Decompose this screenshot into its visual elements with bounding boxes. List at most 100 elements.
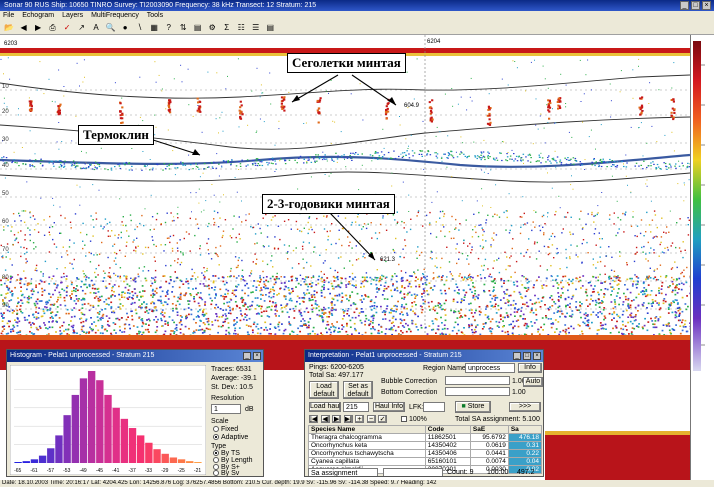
close-icon[interactable]: × xyxy=(533,352,541,360)
signal-icon[interactable]: ⇅ xyxy=(178,23,188,33)
grid-icon[interactable]: ▦ xyxy=(149,23,159,33)
auto-button[interactable]: Auto xyxy=(523,377,543,387)
percent-checkbox[interactable]: 100% xyxy=(401,415,427,424)
maximize-icon[interactable]: □ xyxy=(523,352,531,360)
store-button[interactable]: ■ Store xyxy=(455,401,491,413)
species-sae: 0.0074 xyxy=(469,457,509,466)
check-icon[interactable]: ✓ xyxy=(62,23,72,33)
point-label: 604.9 xyxy=(404,103,420,109)
histogram-x-tick: -21 xyxy=(194,468,201,474)
print-icon[interactable]: ⎙ xyxy=(48,23,58,33)
species-code: 14350406 xyxy=(424,449,471,458)
bottom-correction-slider[interactable] xyxy=(445,387,510,396)
lfk-input[interactable] xyxy=(423,402,445,412)
col-code[interactable]: Code xyxy=(424,425,471,434)
histogram-x-tick: -65 xyxy=(14,468,21,474)
help-icon[interactable]: ? xyxy=(164,23,174,33)
menu-tools[interactable]: Tools xyxy=(147,12,163,19)
color-scale-bar xyxy=(690,35,714,480)
point-label: 621.3 xyxy=(380,257,396,263)
menu-layers[interactable]: Layers xyxy=(62,12,83,19)
col-sae[interactable]: SaE xyxy=(469,425,509,434)
sum-icon[interactable]: Σ xyxy=(222,23,232,33)
col-sa[interactable]: Sa xyxy=(507,425,543,434)
load-default-button[interactable]: Load default xyxy=(309,381,339,399)
remove-icon[interactable]: − xyxy=(366,415,376,423)
histogram-x-tick: -33 xyxy=(145,468,152,474)
close-icon[interactable]: × xyxy=(253,352,261,360)
table-row[interactable]: Theragra chalcogramma 11862501 95.6792 4… xyxy=(308,433,543,442)
average-label: Average: -39.1 xyxy=(211,375,257,382)
minimize-icon[interactable]: _ xyxy=(243,352,251,360)
species-code: 14350402 xyxy=(424,441,471,450)
histogram-bar xyxy=(14,462,22,463)
species-name: Cyanea capillata xyxy=(308,457,426,466)
scale-adaptive-radio[interactable]: Adaptive xyxy=(213,433,248,442)
report-icon[interactable]: ▤ xyxy=(265,23,275,33)
menu-echogram[interactable]: Echogram xyxy=(22,12,54,19)
menu-file[interactable]: File xyxy=(3,12,14,19)
interpretation-window[interactable]: Interpretation - Pelat1 unprocessed - St… xyxy=(304,349,544,477)
settings-icon[interactable]: ⚙ xyxy=(207,23,217,33)
species-sa[interactable]: 476.18 xyxy=(507,433,543,442)
table-row[interactable]: Oncorhynchus tschawytscha 14350406 0.044… xyxy=(308,449,543,458)
region-icon[interactable]: ● xyxy=(120,23,130,33)
zoom-icon[interactable]: 🔍 xyxy=(106,23,116,33)
count-label: Count: 9 xyxy=(447,469,474,476)
minimize-button[interactable]: _ xyxy=(680,1,689,10)
traces-label: Traces: 6531 xyxy=(211,366,252,373)
histogram-title-bar[interactable]: Histogram - Pelat1 unprocessed - Stratum… xyxy=(7,350,263,362)
species-name: Oncorhynchus tschawytscha xyxy=(308,449,426,458)
histogram-window[interactable]: Histogram - Pelat1 unprocessed - Stratum… xyxy=(6,349,264,477)
cursor-icon[interactable]: ↗ xyxy=(77,23,87,33)
bubble-correction-slider[interactable] xyxy=(445,376,510,385)
forward-icon[interactable]: ▶ xyxy=(33,23,43,33)
interpretation-title-bar[interactable]: Interpretation - Pelat1 unprocessed - St… xyxy=(305,350,543,362)
haul-select[interactable]: 215 xyxy=(343,402,369,412)
table-row[interactable]: Oncorhynchus keta 14350402 0.0619 0.31 xyxy=(308,441,543,450)
sa-assignment-select[interactable]: Sa assignment xyxy=(308,468,378,476)
line-tool-icon[interactable]: ∖ xyxy=(135,23,145,33)
depth-tick: 30 xyxy=(2,137,9,143)
ping-number-left: 6203 xyxy=(4,41,18,47)
histogram-bar xyxy=(104,394,112,463)
next-button[interactable]: >>> xyxy=(509,402,541,412)
info-button[interactable]: Info xyxy=(518,363,542,373)
haul-info-button[interactable]: Haul Info xyxy=(373,402,405,412)
histogram-icon[interactable]: ▤ xyxy=(193,23,203,33)
close-button[interactable]: × xyxy=(702,1,711,10)
histogram-bar xyxy=(87,371,96,463)
layers-icon[interactable]: ☰ xyxy=(251,23,261,33)
radio-icon xyxy=(213,470,219,476)
species-sa[interactable]: 0.04 xyxy=(507,457,543,466)
minimize-icon[interactable]: _ xyxy=(513,352,521,360)
confirm-icon[interactable]: ✓ xyxy=(378,415,388,423)
table-row[interactable]: Cyanea capillata 65160101 0.0074 0.04 xyxy=(308,457,543,466)
type-sv-radio[interactable]: By Sv xyxy=(213,469,239,476)
species-sa[interactable]: 0.22 xyxy=(507,449,543,458)
histogram-bar xyxy=(79,378,88,463)
histogram-bar xyxy=(112,407,120,463)
menu-multifrequency[interactable]: MultiFrequency xyxy=(91,12,139,19)
col-species-name[interactable]: Species Name xyxy=(308,425,426,434)
prev-icon[interactable]: ◀ xyxy=(320,415,330,423)
maximize-button[interactable]: □ xyxy=(691,1,700,10)
species-sa[interactable]: 0.31 xyxy=(507,441,543,450)
table-scrollbar[interactable] xyxy=(383,468,443,476)
text-tool-icon[interactable]: A xyxy=(91,23,101,33)
first-icon[interactable]: |◀ xyxy=(309,415,318,423)
table-icon[interactable]: ☷ xyxy=(236,23,246,33)
add-icon[interactable]: + xyxy=(355,415,365,423)
histogram-bar xyxy=(169,457,178,463)
back-icon[interactable]: ◀ xyxy=(19,23,29,33)
histogram-bar xyxy=(55,435,63,463)
next-icon[interactable]: ▶ xyxy=(332,415,342,423)
region-name-label: Region Name xyxy=(423,365,466,372)
open-icon[interactable]: 📂 xyxy=(4,23,14,33)
last-icon[interactable]: ▶| xyxy=(343,415,353,423)
region-name-select[interactable]: unprocess xyxy=(465,363,515,373)
set-default-button[interactable]: Set as default xyxy=(343,381,373,399)
resolution-select[interactable]: 1 xyxy=(211,404,241,414)
menu-bar: File Echogram Layers MultiFrequency Tool… xyxy=(0,11,714,21)
load-haul-button[interactable]: Load haul xyxy=(309,402,341,412)
